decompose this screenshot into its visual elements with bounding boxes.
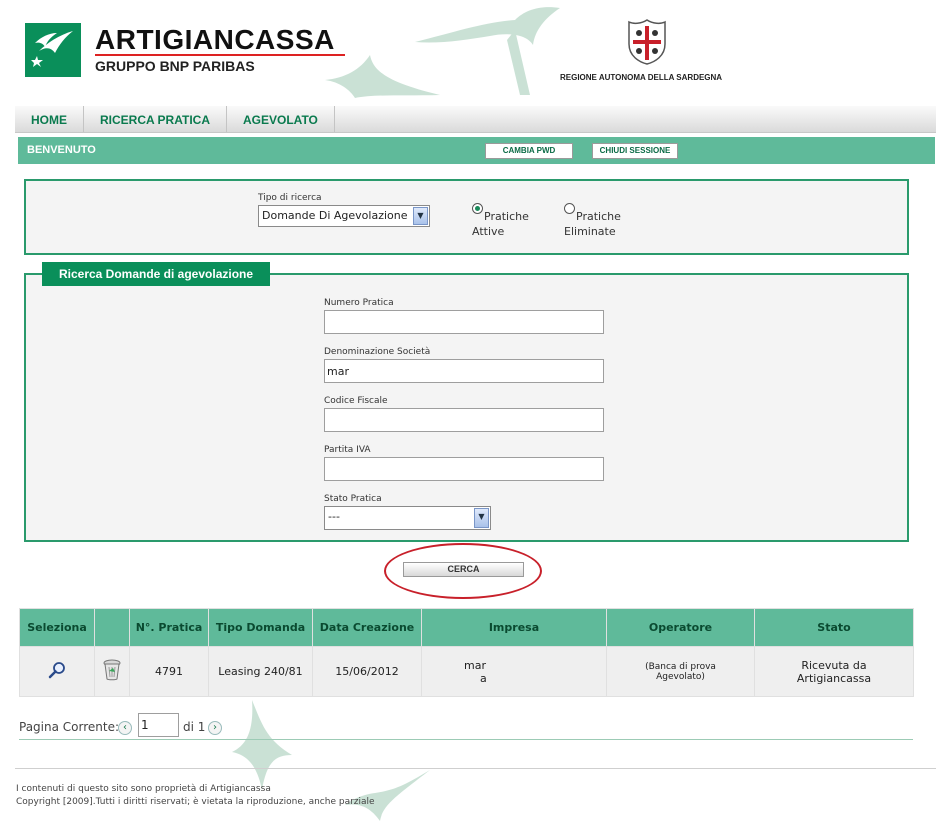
nav-home[interactable]: HOME xyxy=(15,106,84,132)
bird-watermark-icon xyxy=(232,700,292,790)
region-label: REGIONE AUTONOMA DELLA SARDEGNA xyxy=(560,73,723,82)
operatore-line2: Agevolato) xyxy=(656,671,705,682)
impresa-cell: mar a xyxy=(421,646,607,697)
search-form-panel: Numero Pratica Denominazione Società mar… xyxy=(24,273,909,542)
main-nav: HOME RICERCA PRATICA AGEVOLATO xyxy=(15,106,936,133)
page-count-label: di 1 xyxy=(183,720,206,734)
operatore-line1: (Banca di prova xyxy=(645,661,716,672)
results-table: Seleziona N°. Pratica Tipo Domanda Data … xyxy=(19,608,914,697)
footer-ownership: I contenuti di questo sito sono propriet… xyxy=(16,784,271,794)
magnifier-icon[interactable] xyxy=(48,661,66,679)
sardinia-crest-icon xyxy=(628,19,666,65)
chevron-down-icon: ▼ xyxy=(413,207,428,225)
partita-iva-input[interactable] xyxy=(324,457,604,481)
search-type-value: Domande Di Agevolazione xyxy=(262,209,408,222)
brand-subtitle: GRUPPO BNP PARIBAS xyxy=(95,58,255,74)
brand-name: ARTIGIANCASSA xyxy=(95,24,335,55)
form-legend: Ricerca Domande di agevolazione xyxy=(42,262,270,286)
search-type-select[interactable]: Domande Di Agevolazione ▼ xyxy=(258,205,430,227)
stato-line2: Artigiancassa xyxy=(796,671,872,685)
bird-watermark-icon xyxy=(345,770,430,821)
search-type-panel: Tipo di ricerca Domande Di Agevolazione … xyxy=(24,179,909,255)
tipo-domanda-cell: Leasing 240/81 xyxy=(208,646,313,697)
stato-pratica-value: --- xyxy=(328,510,340,523)
search-button[interactable]: CERCA xyxy=(403,562,524,577)
search-type-label: Tipo di ricerca xyxy=(258,193,322,203)
col-operatore: Operatore xyxy=(606,608,755,647)
numero-pratica-input[interactable] xyxy=(324,310,604,334)
partita-iva-label: Partita IVA xyxy=(324,445,371,455)
radio-pratiche-eliminate-label: Pratiche Eliminate xyxy=(564,210,621,238)
chevron-left-icon[interactable]: ‹ xyxy=(118,721,132,735)
denominazione-input[interactable]: mar xyxy=(324,359,604,383)
codice-fiscale-input[interactable] xyxy=(324,408,604,432)
codice-fiscale-label: Codice Fiscale xyxy=(324,396,388,406)
current-page-input[interactable]: 1 xyxy=(138,713,179,737)
artigiancassa-logo xyxy=(25,23,81,77)
col-tipo-domanda: Tipo Domanda xyxy=(208,608,313,647)
nav-ricerca-pratica[interactable]: RICERCA PRATICA xyxy=(84,106,227,132)
brand-divider xyxy=(95,54,345,56)
welcome-text: BENVENUTO xyxy=(27,144,96,156)
impresa-line2: a xyxy=(480,671,487,685)
change-password-button[interactable]: CAMBIA PWD xyxy=(485,143,573,159)
operatore-cell: (Banca di prova Agevolato) xyxy=(606,646,755,697)
radio-pratiche-attive-label: Pratiche Attive xyxy=(472,210,529,238)
denominazione-label: Denominazione Società xyxy=(324,347,431,357)
impresa-line1: mar xyxy=(464,658,486,672)
welcome-bar: BENVENUTO CAMBIA PWD CHIUDI SESSIONE xyxy=(18,137,935,164)
col-seleziona: Seleziona xyxy=(19,608,95,647)
numero-pratica-label: Numero Pratica xyxy=(324,298,394,308)
col-impresa: Impresa xyxy=(421,608,607,647)
stato-line1: Ricevuta da xyxy=(801,658,867,672)
chevron-down-icon: ▼ xyxy=(474,508,489,528)
col-delete xyxy=(94,608,130,647)
bird-watermark-icon xyxy=(325,55,440,98)
numero-pratica-cell: 4791 xyxy=(129,646,209,697)
select-cell xyxy=(19,646,95,697)
footer-copyright: Copyright [2009].Tutti i diritti riserva… xyxy=(16,797,375,807)
pager-divider xyxy=(19,739,913,740)
trash-bin-icon[interactable] xyxy=(103,659,121,681)
table-row: 4791 Leasing 240/81 15/06/2012 mar a (Ba… xyxy=(19,646,914,697)
footer-divider xyxy=(15,768,936,769)
data-creazione-cell: 15/06/2012 xyxy=(312,646,422,697)
col-stato: Stato xyxy=(754,608,914,647)
chevron-right-icon[interactable]: › xyxy=(208,721,222,735)
nav-agevolato[interactable]: AGEVOLATO xyxy=(227,106,335,132)
table-header-row: Seleziona N°. Pratica Tipo Domanda Data … xyxy=(19,608,914,647)
delete-cell xyxy=(94,646,130,697)
close-session-button[interactable]: CHIUDI SESSIONE xyxy=(592,143,678,159)
col-data-creazione: Data Creazione xyxy=(312,608,422,647)
stato-pratica-select[interactable]: --- ▼ xyxy=(324,506,491,530)
stars-logo-icon xyxy=(31,31,73,67)
col-numero-pratica: N°. Pratica xyxy=(129,608,209,647)
pager-label: Pagina Corrente: xyxy=(19,720,120,734)
stato-pratica-label: Stato Pratica xyxy=(324,494,382,504)
stato-cell: Ricevuta da Artigiancassa xyxy=(754,646,914,697)
